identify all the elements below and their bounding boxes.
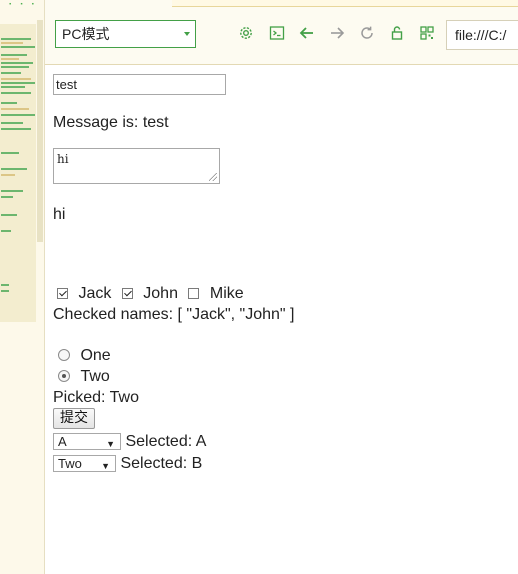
select-letter[interactable]: A ▼ xyxy=(53,433,121,451)
checkbox-mike[interactable] xyxy=(188,288,200,299)
lock-icon[interactable] xyxy=(388,24,406,42)
mode-select-value: PC模式 xyxy=(62,26,110,42)
checkbox-john[interactable] xyxy=(121,288,133,299)
select-letter-value: A xyxy=(58,434,67,450)
arrow-right-icon[interactable] xyxy=(328,24,346,42)
chevron-down-icon xyxy=(184,32,190,36)
select-row-1: A ▼ Selected: A xyxy=(53,432,206,452)
textarea-output: hi xyxy=(53,206,66,223)
arrow-left-icon[interactable] xyxy=(298,24,316,42)
gear-icon[interactable] xyxy=(237,24,255,42)
select-letter-output: Selected: A xyxy=(125,433,207,450)
checkbox-group: Jack John Mike xyxy=(57,284,244,304)
checkbox-label-mike: Mike xyxy=(209,285,244,302)
select-row-2: Two ▼ Selected: B xyxy=(53,454,202,474)
textarea-value: hi xyxy=(57,152,69,166)
radio-label-two: Two xyxy=(80,368,110,385)
checkbox-label-john: John xyxy=(143,285,178,302)
address-bar[interactable]: file:///C:/ xyxy=(446,20,518,50)
browser-toolbar: PC模式 file:///C:/ xyxy=(45,0,518,65)
tab-strip xyxy=(172,0,518,7)
submit-button[interactable]: 提交 xyxy=(53,408,95,429)
radio-item-one: One xyxy=(58,346,111,366)
radio-two[interactable] xyxy=(58,370,70,382)
picked-output: Picked: Two xyxy=(53,389,139,406)
code-minimap[interactable] xyxy=(0,24,36,322)
radio-label-one: One xyxy=(80,347,111,364)
chevron-down-icon: ▼ xyxy=(101,461,110,472)
terminal-icon[interactable] xyxy=(268,24,286,42)
panel-grip-icon[interactable]: ⠂⠂⠂ xyxy=(8,0,42,11)
radio-one[interactable] xyxy=(58,349,70,361)
select-number-output: Selected: B xyxy=(120,455,203,472)
select-number[interactable]: Two ▼ xyxy=(53,455,116,473)
checkbox-jack[interactable] xyxy=(57,288,68,299)
select-number-value: Two xyxy=(58,456,82,472)
message-input[interactable]: test xyxy=(53,74,226,95)
editor-scrollbar[interactable] xyxy=(37,20,43,242)
editor-side-panel: ⠂⠂⠂ xyxy=(0,0,45,574)
checkbox-label-jack: Jack xyxy=(78,285,112,302)
radio-item-two: Two xyxy=(58,367,110,387)
resize-handle-icon[interactable] xyxy=(209,173,217,181)
message-textarea[interactable]: hi xyxy=(53,148,220,184)
message-output: Message is: test xyxy=(53,114,169,131)
checked-names-output: Checked names: [ "Jack", "John" ] xyxy=(53,306,295,323)
chevron-down-icon: ▼ xyxy=(106,439,115,450)
qr-code-icon[interactable] xyxy=(418,24,436,42)
refresh-icon[interactable] xyxy=(358,24,376,42)
mode-select[interactable]: PC模式 xyxy=(55,20,196,48)
